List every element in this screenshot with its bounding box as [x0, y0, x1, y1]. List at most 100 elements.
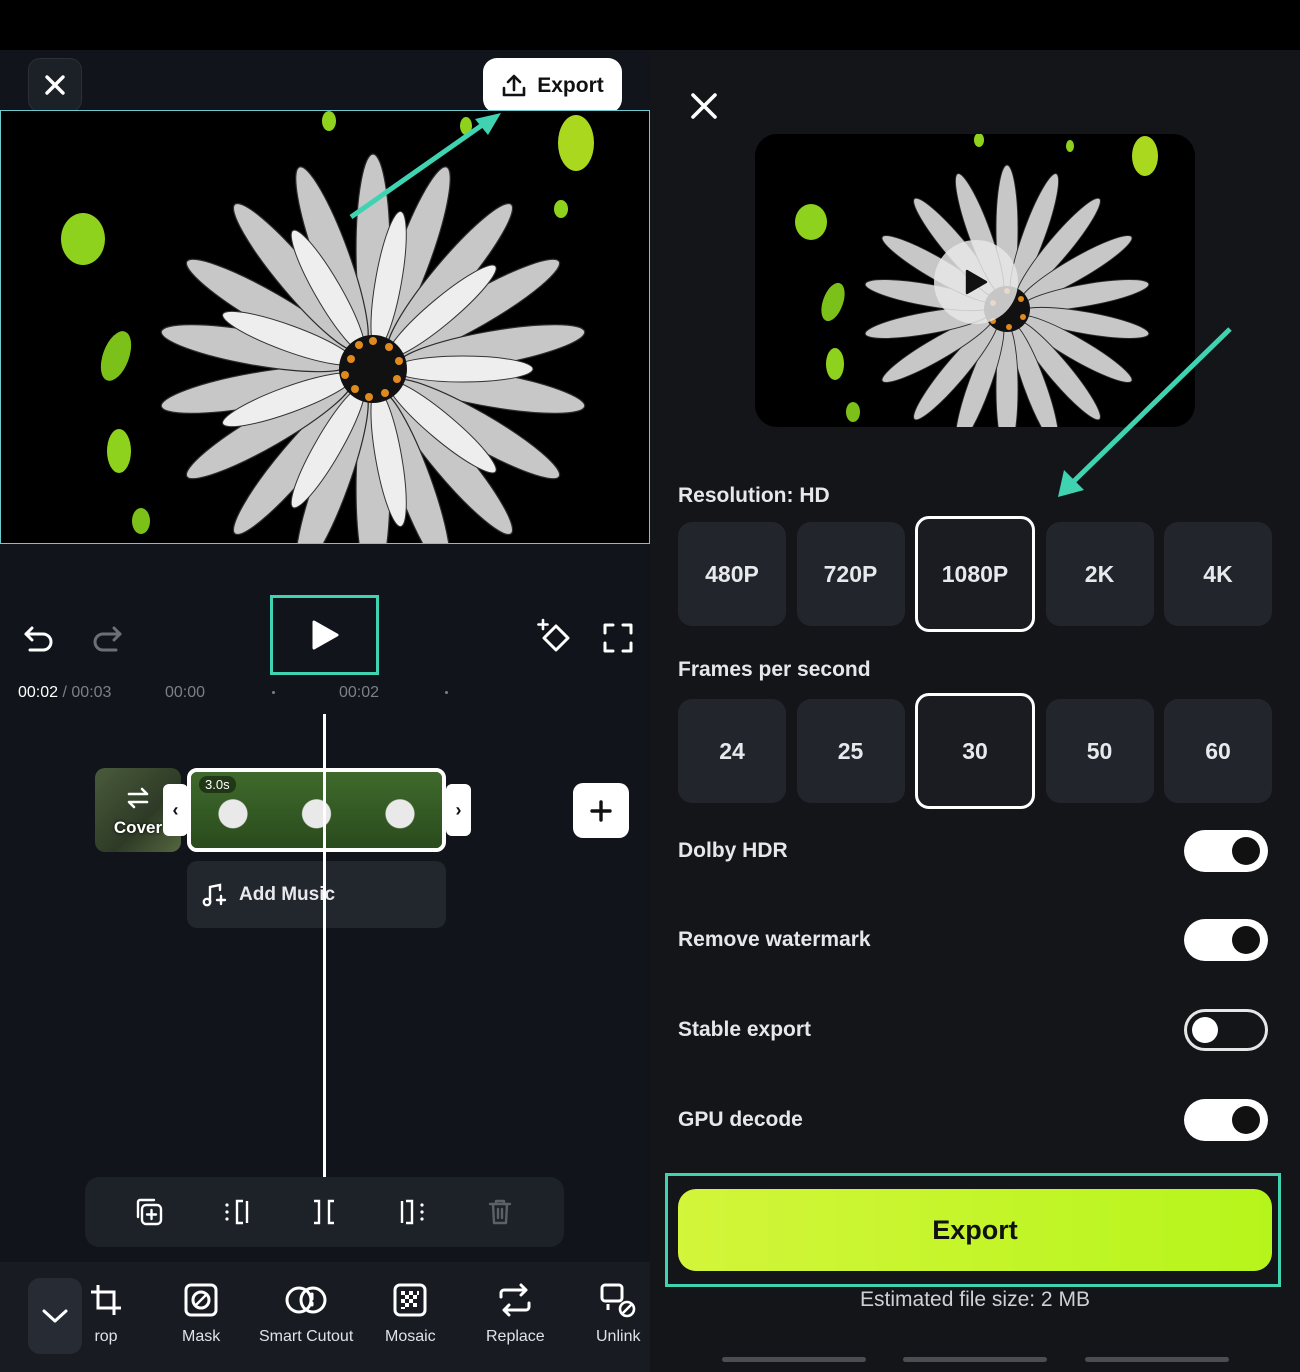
timeline-tick: 00:02	[339, 684, 380, 701]
clip-trim-right-handle[interactable]: ›	[446, 784, 471, 836]
clip-thumbnail	[274, 772, 359, 848]
keyframe-icon	[537, 618, 570, 652]
resolution-option-selected[interactable]: 1080P	[915, 516, 1035, 632]
toggle-label: Stable export	[678, 1018, 812, 1041]
resolution-options: 480P 720P 1080P 2K 4K	[678, 516, 1272, 632]
tool-label: Replace	[486, 1328, 545, 1345]
unlink-icon	[600, 1283, 636, 1318]
resolution-option[interactable]: 4K	[1164, 522, 1272, 626]
status-bar	[0, 0, 1300, 50]
toggle-knob	[1232, 926, 1260, 954]
tool-label: rop	[94, 1328, 118, 1345]
replace-icon	[499, 1283, 531, 1317]
add-music-button[interactable]: Add Music	[187, 861, 446, 928]
video-clip[interactable]: ‹ 3.0s ›	[163, 768, 471, 852]
bottom-toolbar: rop Mask Smart Cutout Mosaic Replace Unl…	[0, 1262, 650, 1372]
collapse-toolbar-button[interactable]	[28, 1278, 82, 1354]
export-settings-panel: Resolution: HD 480P 720P 1080P 2K 4K Fra…	[650, 50, 1300, 1372]
tool-smart-cutout[interactable]: Smart Cutout	[259, 1282, 353, 1346]
tool-mosaic[interactable]: Mosaic	[385, 1282, 436, 1346]
fps-option[interactable]: 50	[1045, 699, 1154, 803]
clip-duration: 3.0s	[199, 776, 236, 793]
toggle-label: Dolby HDR	[678, 839, 788, 862]
mosaic-icon	[393, 1283, 427, 1317]
time-separator: /	[58, 684, 72, 701]
add-music-label: Add Music	[239, 883, 336, 905]
export-confirm-button[interactable]: Export	[678, 1189, 1272, 1271]
clip-thumbnails[interactable]: 3.0s	[187, 768, 446, 852]
music-note-icon	[202, 883, 227, 906]
tool-label: Unlink	[596, 1328, 641, 1345]
undo-button[interactable]	[22, 620, 56, 659]
smart-cutout-icon	[285, 1286, 327, 1314]
upload-icon	[502, 74, 526, 96]
annotation-arrow	[1058, 327, 1232, 497]
redo-icon	[93, 626, 122, 652]
editor-panel: Export 00:02 / 00:03 00:00 00:02 Cover ‹…	[0, 50, 650, 1372]
export-button-label: Export	[537, 73, 604, 97]
close-export-button[interactable]	[688, 90, 720, 127]
split-icon[interactable]	[308, 1196, 340, 1228]
tool-mask[interactable]: Mask	[182, 1282, 220, 1346]
tool-label: Mask	[182, 1328, 221, 1345]
resolution-option[interactable]: 480P	[678, 522, 786, 626]
fullscreen-button[interactable]	[602, 622, 634, 659]
close-icon	[691, 93, 717, 119]
close-icon	[45, 75, 65, 95]
toggle-knob	[1232, 1106, 1260, 1134]
play-icon	[312, 620, 338, 650]
timecode: 00:02 / 00:03	[18, 684, 111, 702]
remove-watermark-toggle[interactable]	[1184, 919, 1268, 961]
stable-export-row: Stable export	[678, 1008, 1268, 1052]
plus-icon	[590, 799, 612, 822]
clip-trim-left-handle[interactable]: ‹	[163, 784, 188, 836]
delete-icon[interactable]	[484, 1196, 516, 1228]
tool-label: Smart Cutout	[259, 1328, 354, 1345]
preview-play-button[interactable]	[934, 240, 1018, 324]
chevron-down-icon	[42, 1309, 68, 1323]
stable-export-toggle[interactable]	[1184, 1009, 1268, 1051]
resolution-option[interactable]: 2K	[1045, 522, 1154, 626]
timeline-dot	[445, 691, 448, 694]
tool-replace[interactable]: Replace	[486, 1282, 545, 1346]
trim-start-icon[interactable]	[221, 1196, 253, 1228]
fps-label: Frames per second	[678, 658, 871, 681]
mask-icon	[184, 1283, 218, 1317]
gpu-decode-toggle[interactable]	[1184, 1099, 1268, 1141]
close-editor-button[interactable]	[28, 58, 82, 112]
clip-edit-toolbar	[85, 1177, 564, 1247]
remove-watermark-row: Remove watermark	[678, 918, 1268, 962]
nav-indicator	[722, 1357, 866, 1362]
flower-preview-image	[61, 111, 594, 543]
resolution-option[interactable]: 720P	[796, 522, 905, 626]
play-button[interactable]	[270, 595, 379, 675]
keyframe-button[interactable]	[537, 618, 575, 661]
playhead[interactable]	[323, 714, 326, 1177]
play-icon	[965, 269, 988, 295]
fps-options: 24 25 30 50 60	[678, 693, 1272, 809]
fullscreen-icon	[603, 623, 633, 653]
tool-label: Mosaic	[385, 1328, 436, 1345]
tool-crop[interactable]: rop	[88, 1282, 124, 1346]
estimated-file-size: Estimated file size: 2 MB	[860, 1288, 1090, 1311]
duplicate-icon[interactable]	[133, 1196, 165, 1228]
tool-unlink[interactable]: Unlink	[596, 1282, 640, 1346]
timeline-tick: 00:00	[165, 684, 206, 701]
nav-indicator	[1085, 1357, 1229, 1362]
add-clip-button[interactable]	[573, 783, 629, 838]
export-button[interactable]: Export	[483, 58, 622, 113]
toggle-knob	[1232, 837, 1260, 865]
fps-option[interactable]: 60	[1164, 699, 1272, 803]
dolby-hdr-toggle[interactable]	[1184, 830, 1268, 872]
redo-button[interactable]	[90, 620, 124, 659]
dolby-hdr-row: Dolby HDR	[678, 829, 1268, 873]
clip-thumbnail	[358, 772, 442, 848]
fps-option[interactable]: 25	[796, 699, 905, 803]
video-preview[interactable]	[0, 110, 650, 544]
trim-end-icon[interactable]	[396, 1196, 428, 1228]
fps-option-selected[interactable]: 30	[915, 693, 1035, 809]
timeline-dot	[272, 691, 275, 694]
fps-option[interactable]: 24	[678, 699, 786, 803]
resolution-label: Resolution: HD	[678, 484, 830, 507]
toggle-knob	[1192, 1017, 1218, 1043]
